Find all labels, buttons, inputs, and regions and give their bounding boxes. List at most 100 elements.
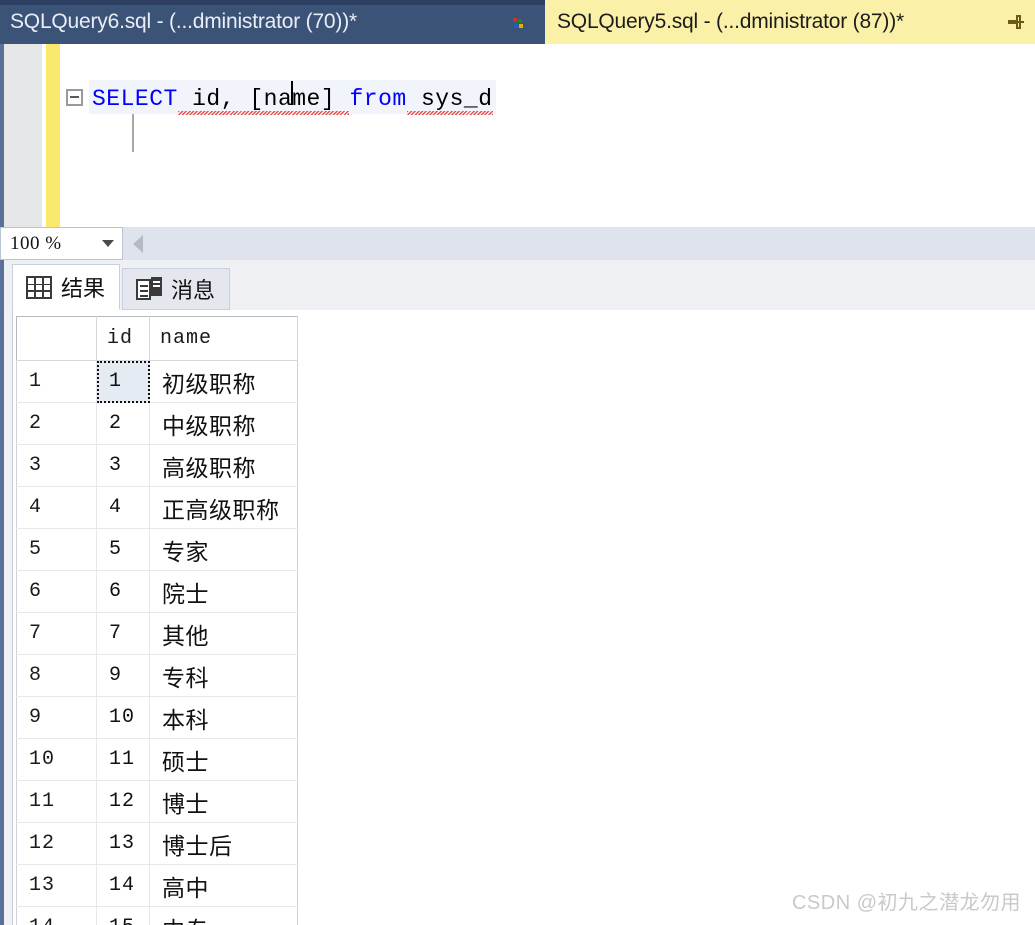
pin-tab-icon[interactable] xyxy=(1005,11,1027,33)
cell-name[interactable]: 院士 xyxy=(149,570,298,613)
tab-sqlquery6[interactable]: SQLQuery6.sql - (...dministrator (70))* xyxy=(0,0,545,44)
cell-rownumber[interactable]: 7 xyxy=(16,612,97,655)
results-grid-container: id name 1 1 初级职称 2 2 中级职称 3 3 高级职称 4 4 正高级职称 5 5 专家 6 6 院… xyxy=(0,310,1035,925)
sql-columns-before-caret: id, [na xyxy=(177,86,293,115)
editor-change-tracking-bar xyxy=(46,44,60,227)
message-icon xyxy=(136,277,163,301)
cell-rownumber[interactable]: 14 xyxy=(16,906,97,925)
tab-overflow-dots-icon xyxy=(513,12,525,28)
cell-id[interactable]: 4 xyxy=(96,486,150,529)
cell-id[interactable]: 3 xyxy=(96,444,150,487)
table-row[interactable]: 2 2 中级职称 xyxy=(16,402,298,445)
cell-name[interactable]: 博士 xyxy=(149,780,298,823)
cell-rownumber[interactable]: 5 xyxy=(16,528,97,571)
cell-rownumber[interactable]: 13 xyxy=(16,864,97,907)
code-line-1[interactable]: SELECT id, [na me] from sys_d xyxy=(60,80,496,115)
sql-table-name: sys_d xyxy=(406,86,493,115)
grid-body: 1 1 初级职称 2 2 中级职称 3 3 高级职称 4 4 正高级职称 5 5 专家 6 6 院士 7 7 其他 8 9 专… xyxy=(16,360,298,925)
editor-indicator-margin[interactable] xyxy=(4,44,42,227)
cell-id[interactable]: 1 xyxy=(96,360,150,403)
grid-header-row: id name xyxy=(16,316,298,361)
cell-rownumber[interactable]: 8 xyxy=(16,654,97,697)
cell-name[interactable]: 高级职称 xyxy=(149,444,298,487)
cell-rownumber[interactable]: 10 xyxy=(16,738,97,781)
cell-id[interactable]: 15 xyxy=(96,906,150,925)
table-row[interactable]: 10 11 硕士 xyxy=(16,738,298,781)
code-line-1-text: SELECT id, [na me] from sys_d xyxy=(89,80,496,115)
table-row[interactable]: 8 9 专科 xyxy=(16,654,298,697)
tab-sqlquery6-label: SQLQuery6.sql - (...dministrator (70))* xyxy=(10,10,357,33)
table-row[interactable]: 7 7 其他 xyxy=(16,612,298,655)
cell-id[interactable]: 2 xyxy=(96,402,150,445)
table-row[interactable]: 1 1 初级职称 xyxy=(16,360,298,403)
table-row[interactable]: 3 3 高级职称 xyxy=(16,444,298,487)
editor-tab-strip: SQLQuery6.sql - (...dministrator (70))* … xyxy=(0,0,1035,44)
cell-id[interactable]: 6 xyxy=(96,570,150,613)
cell-id[interactable]: 13 xyxy=(96,822,150,865)
cell-id[interactable]: 10 xyxy=(96,696,150,739)
table-row[interactable]: 11 12 博士 xyxy=(16,780,298,823)
column-header-rownum[interactable] xyxy=(16,316,97,361)
grid-icon xyxy=(26,275,52,299)
tab-results[interactable]: 结果 xyxy=(12,264,121,310)
tab-messages-label: 消息 xyxy=(171,278,216,303)
sql-columns-after-caret: me] xyxy=(292,86,350,115)
results-vertical-scrollbar[interactable] xyxy=(4,310,13,925)
cell-name[interactable]: 中级职称 xyxy=(149,402,298,445)
cell-rownumber[interactable]: 1 xyxy=(16,360,97,403)
csdn-watermark: CSDN @初九之潜龙勿用 xyxy=(791,892,1021,914)
table-row[interactable]: 1415中专 xyxy=(16,906,298,925)
cell-name[interactable]: 中专 xyxy=(149,906,298,925)
outlining-guide-line xyxy=(132,114,134,152)
cell-id[interactable]: 11 xyxy=(96,738,150,781)
cell-rownumber[interactable]: 11 xyxy=(16,780,97,823)
cell-name[interactable]: 硕士 xyxy=(149,738,298,781)
ssms-window: SQLQuery6.sql - (...dministrator (70))* … xyxy=(0,0,1035,925)
zoom-level-dropdown[interactable]: 100 % xyxy=(0,227,123,260)
cell-rownumber[interactable]: 12 xyxy=(16,822,97,865)
cell-name[interactable]: 其他 xyxy=(149,612,298,655)
cell-name[interactable]: 专家 xyxy=(149,528,298,571)
cell-name[interactable]: 博士后 xyxy=(149,822,298,865)
table-row[interactable]: 4 4 正高级职称 xyxy=(16,486,298,529)
table-row[interactable]: 13 14 高中 xyxy=(16,864,298,907)
cell-name[interactable]: 专科 xyxy=(149,654,298,697)
editor-horizontal-scrollbar[interactable] xyxy=(123,227,1035,260)
cell-rownumber[interactable]: 2 xyxy=(16,402,97,445)
tab-results-label: 结果 xyxy=(61,276,106,301)
cell-name[interactable]: 初级职称 xyxy=(149,360,298,403)
editor-code-area[interactable]: SELECT id, [na me] from sys_d xyxy=(60,44,1035,227)
sql-keyword-select: SELECT xyxy=(92,86,178,112)
table-row[interactable]: 6 6 院士 xyxy=(16,570,298,613)
table-row[interactable]: 12 13 博士后 xyxy=(16,822,298,865)
results-grid: id name 1 1 初级职称 2 2 中级职称 3 3 高级职称 4 4 正高级职称 5 5 专家 6 6 院… xyxy=(16,316,298,925)
arrow-left-icon[interactable] xyxy=(133,234,143,253)
sql-editor[interactable]: SELECT id, [na me] from sys_d xyxy=(0,44,1035,227)
cell-id[interactable]: 12 xyxy=(96,780,150,823)
cell-id[interactable]: 7 xyxy=(96,612,150,655)
cell-rownumber[interactable]: 3 xyxy=(16,444,97,487)
column-header-id[interactable]: id xyxy=(96,316,150,361)
cell-rownumber[interactable]: 6 xyxy=(16,570,97,613)
table-row[interactable]: 5 5 专家 xyxy=(16,528,298,571)
cell-rownumber[interactable]: 4 xyxy=(16,486,97,529)
results-pane-tabs: 结果 消息 xyxy=(0,260,1035,310)
cell-id[interactable]: 5 xyxy=(96,528,150,571)
table-row[interactable]: 9 10 本科 xyxy=(16,696,298,739)
editor-status-row: 100 % xyxy=(0,227,1035,260)
collapse-outline-icon[interactable] xyxy=(66,88,83,106)
cell-id[interactable]: 9 xyxy=(96,654,150,697)
sql-keyword-from: from xyxy=(349,86,407,112)
tab-sqlquery5-label: SQLQuery5.sql - (...dministrator (87))* xyxy=(557,10,904,33)
cell-id[interactable]: 14 xyxy=(96,864,150,907)
cell-name[interactable]: 本科 xyxy=(149,696,298,739)
chevron-down-icon[interactable] xyxy=(102,240,114,247)
tab-sqlquery5[interactable]: SQLQuery5.sql - (...dministrator (87))* xyxy=(513,0,1035,44)
active-tab-accent xyxy=(545,0,1035,4)
cell-rownumber[interactable]: 9 xyxy=(16,696,97,739)
column-header-name[interactable]: name xyxy=(149,316,298,361)
cell-name[interactable]: 正高级职称 xyxy=(149,486,298,529)
tab-messages[interactable]: 消息 xyxy=(122,268,231,310)
cell-name[interactable]: 高中 xyxy=(149,864,298,907)
zoom-level-value: 100 % xyxy=(10,232,62,254)
